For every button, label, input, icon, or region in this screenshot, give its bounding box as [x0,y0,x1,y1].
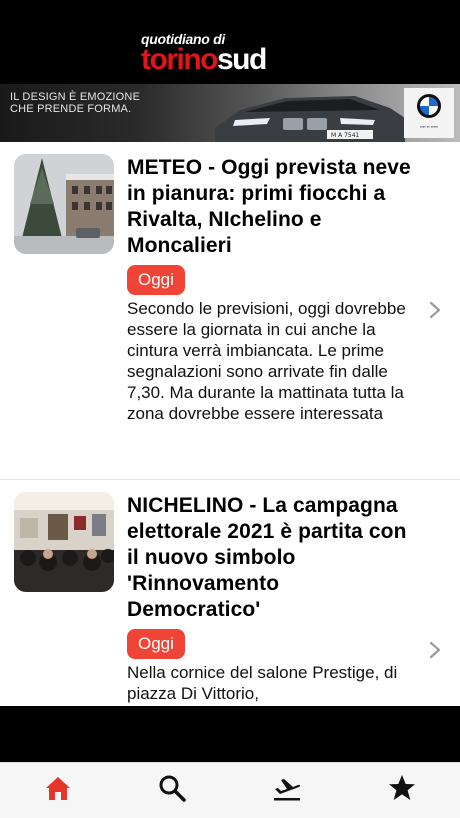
logo-title-white: sud [216,43,267,76]
article-title[interactable]: NICHELINO - La campagna elettorale 2021 … [127,493,417,623]
app-header: quotidiano di torinosud [0,0,460,84]
article-title[interactable]: METEO - Oggi prevista neve in pianura: p… [127,155,417,259]
article-row[interactable]: NICHELINO - La campagna elettorale 2021 … [0,481,460,706]
tab-favorites[interactable] [387,773,417,803]
tab-home[interactable] [43,773,73,803]
tab-travel[interactable] [272,773,302,803]
article-thumbnail [14,492,114,592]
date-badge: Oggi [127,265,185,295]
search-icon [159,775,186,802]
tab-search[interactable] [157,773,187,803]
date-badge: Oggi [127,629,185,659]
article-row[interactable]: METEO - Oggi prevista neve in pianura: p… [0,142,460,480]
plane-departure-icon [274,779,301,801]
meeting-room-image [14,492,114,592]
brand-tagline: ▪▪▪▪ ▪▪ ▪▪▪▪▪ [420,124,438,129]
ad-banner[interactable]: IL DESIGN È EMOZIONE CHE PRENDE FORMA. M… [0,84,460,142]
chevron-right-icon[interactable] [428,640,442,660]
bottom-ad-slot [0,706,460,762]
article-thumbnail [14,154,114,254]
logo-title-red: torino [141,43,218,76]
bmw-roundel [417,94,441,118]
banner-text: IL DESIGN È EMOZIONE CHE PRENDE FORMA. [10,91,141,115]
star-icon [389,775,415,800]
bmw-logo-icon: ▪▪▪▪ ▪▪ ▪▪▪▪▪ [404,88,454,138]
home-icon [46,777,70,800]
news-feed[interactable]: METEO - Oggi prevista neve in pianura: p… [0,142,460,706]
logo-title: torinosud [141,43,267,76]
car-plate: M A 7541 [331,132,360,139]
article-summary: Nella cornice del salone Prestige, di pi… [127,663,398,703]
snow-tree-image [14,154,114,254]
tab-bar [0,762,460,818]
article-summary: Secondo le previsioni, oggi dovrebbe ess… [127,299,406,423]
site-logo[interactable]: quotidiano di torinosud [141,32,313,78]
chevron-right-icon[interactable] [428,300,442,320]
car-image: M A 7541 [215,96,405,142]
